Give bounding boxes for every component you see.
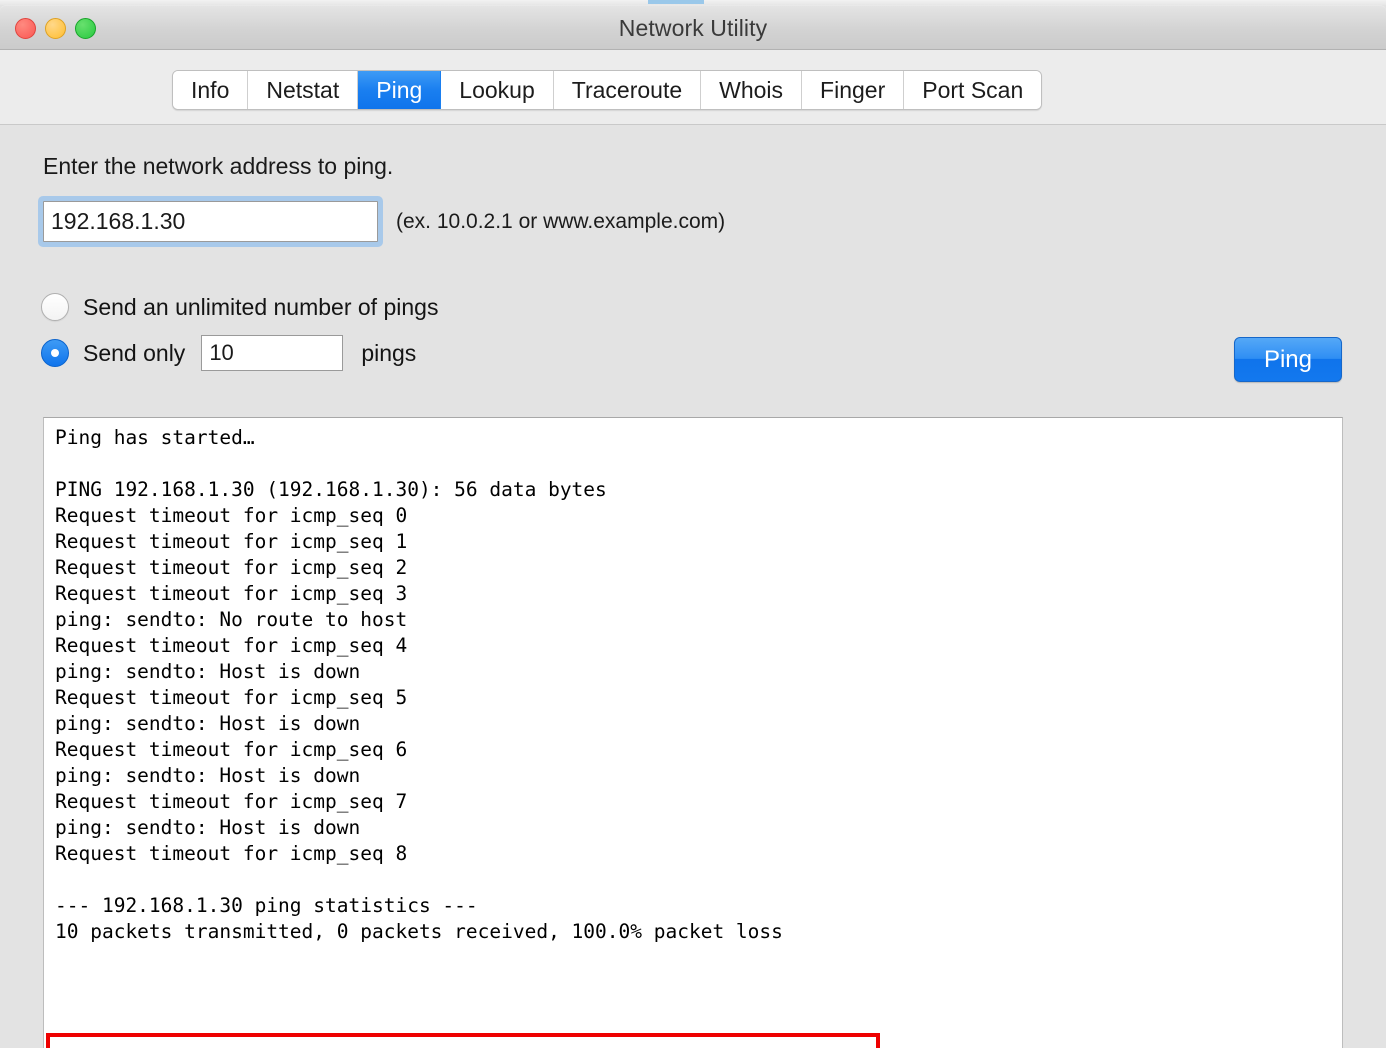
toolbar: Info Netstat Ping Lookup Traceroute Whoi…: [0, 50, 1386, 125]
ping-output-area[interactable]: Ping has started… PING 192.168.1.30 (192…: [43, 417, 1343, 1048]
ping-prompt-label: Enter the network address to ping.: [43, 153, 393, 180]
ping-button[interactable]: Ping: [1234, 337, 1342, 382]
address-field-focus-ring: [38, 196, 383, 247]
radio-row-unlimited[interactable]: Send an unlimited number of pings: [41, 293, 438, 321]
background-window-chip: [648, 0, 704, 4]
ping-count-input[interactable]: [201, 335, 343, 371]
network-address-input[interactable]: [43, 201, 378, 242]
radio-send-only[interactable]: [41, 339, 69, 367]
title-bar: Network Utility: [0, 5, 1386, 50]
address-example-hint: (ex. 10.0.2.1 or www.example.com): [396, 210, 725, 234]
window-title: Network Utility: [0, 15, 1386, 42]
tab-bar: Info Netstat Ping Lookup Traceroute Whoi…: [172, 70, 1042, 110]
tab-traceroute[interactable]: Traceroute: [554, 71, 701, 109]
tab-netstat[interactable]: Netstat: [248, 71, 358, 109]
ping-panel: Enter the network address to ping. (ex. …: [0, 125, 1386, 1048]
radio-unlimited-label: Send an unlimited number of pings: [83, 294, 438, 321]
network-utility-window: Network Utility Info Netstat Ping Lookup…: [0, 0, 1386, 1048]
ping-output-text: Ping has started… PING 192.168.1.30 (192…: [55, 425, 783, 945]
radio-unlimited-pings[interactable]: [41, 293, 69, 321]
tab-info[interactable]: Info: [173, 71, 248, 109]
tab-ping[interactable]: Ping: [358, 71, 441, 109]
tab-lookup[interactable]: Lookup: [441, 71, 553, 109]
tab-port-scan[interactable]: Port Scan: [904, 71, 1041, 109]
pings-suffix-label: pings: [361, 340, 416, 367]
radio-send-only-label: Send only: [83, 340, 185, 367]
tab-whois[interactable]: Whois: [701, 71, 802, 109]
tab-finger[interactable]: Finger: [802, 71, 904, 109]
radio-row-send-only[interactable]: Send only pings: [41, 335, 416, 371]
